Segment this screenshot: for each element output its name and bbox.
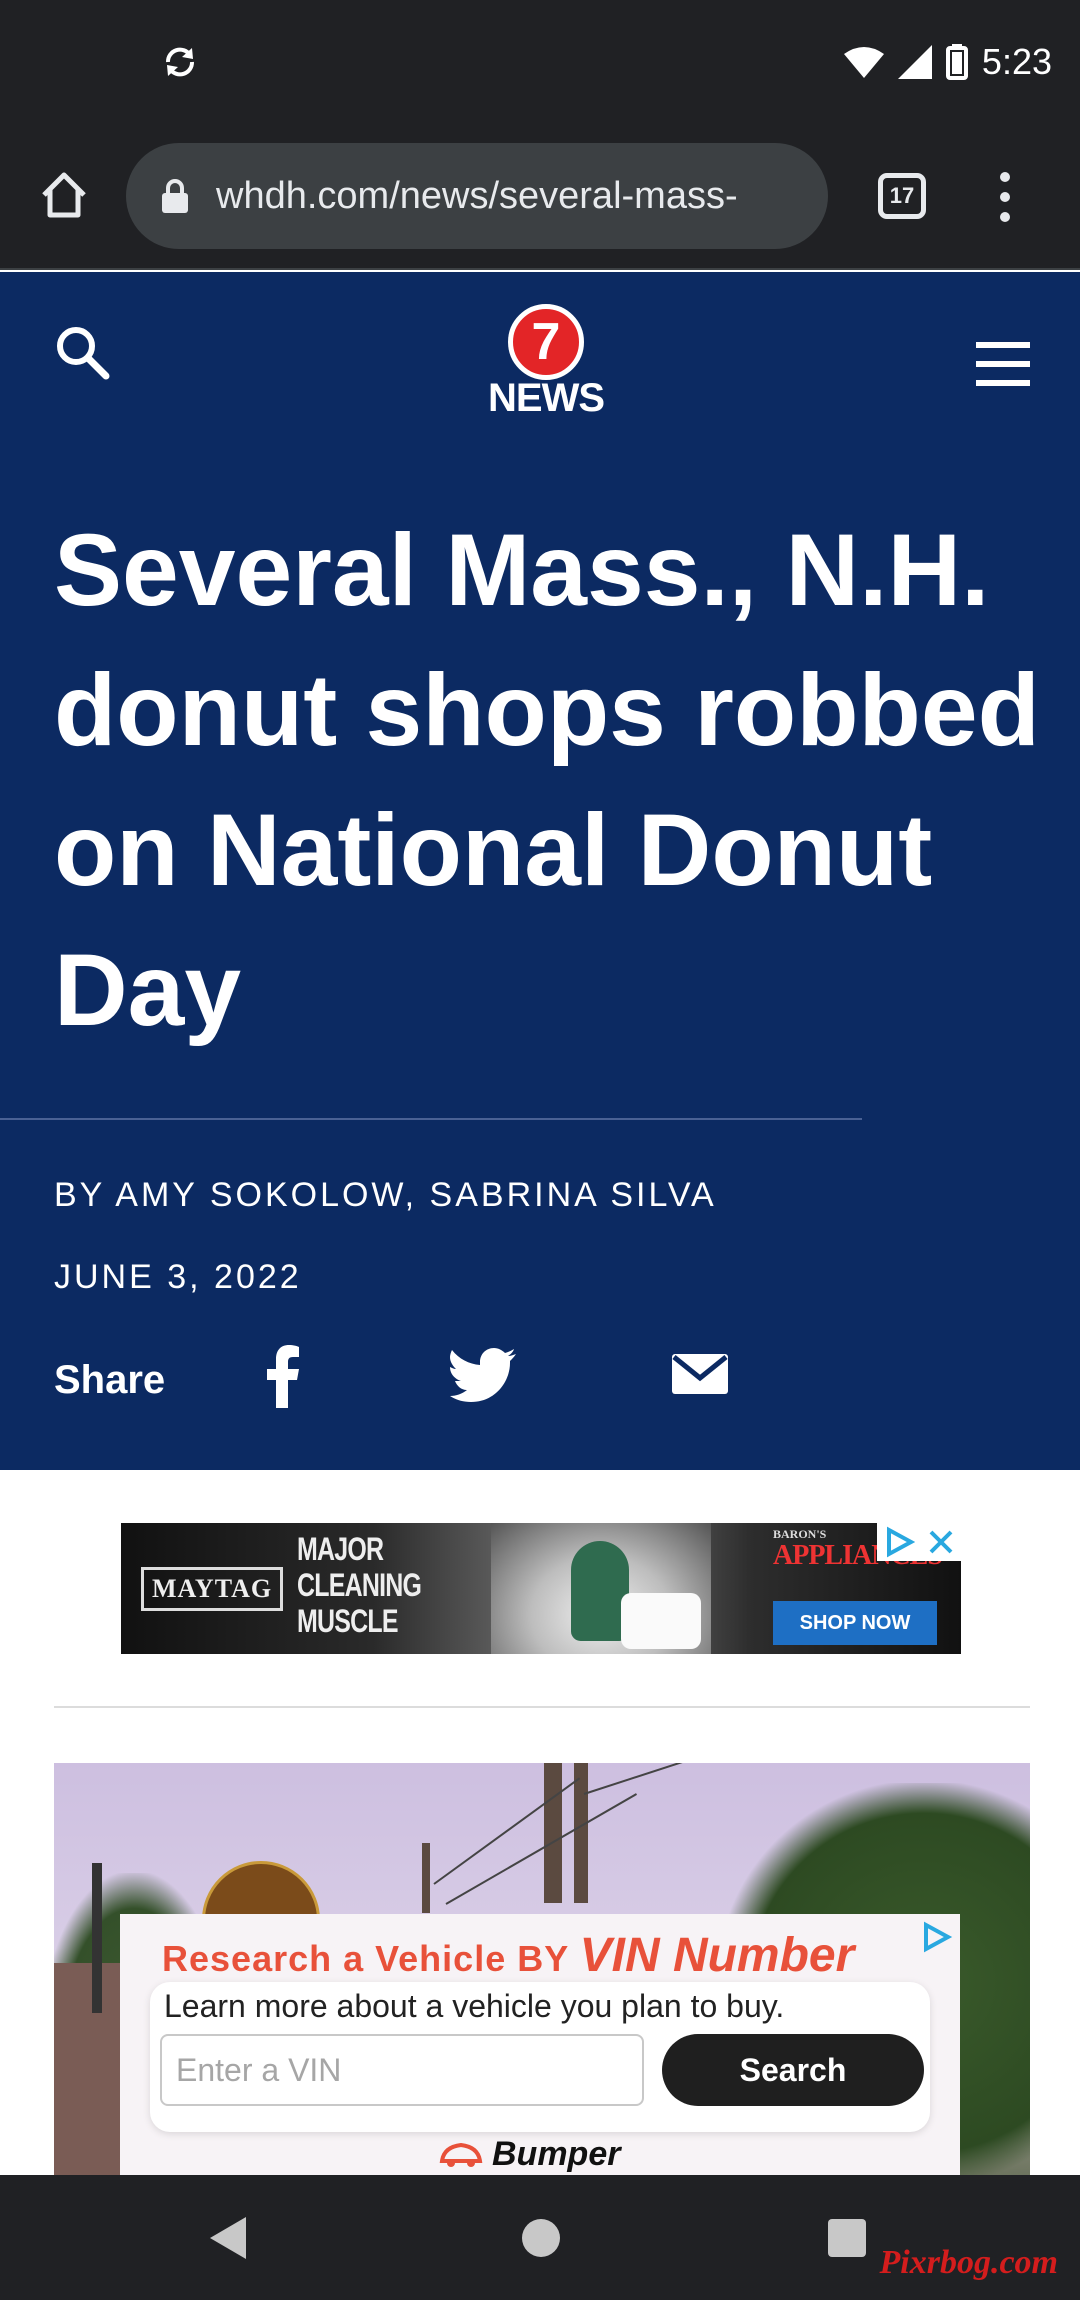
image-utility-pole [544,1763,562,1903]
status-bar: 5:23 [0,0,1080,125]
image-lamp-post [92,1863,102,2013]
divider [0,1118,862,1120]
vin-ad[interactable]: Research a Vehicle BY VIN Number Learn m… [120,1914,960,2175]
close-icon[interactable] [927,1528,955,1556]
article-hero: 7 NEWS Several Mass., N.H. donut shops r… [0,272,1080,1470]
recents-icon[interactable] [828,2219,866,2257]
watermark: Pixrbog.com [879,2244,1058,2281]
lock-icon [162,179,188,213]
image-utility-pole [422,1843,430,1913]
twitter-icon[interactable] [450,1348,516,1402]
vin-search-button[interactable]: Search [662,2034,924,2106]
logo-text: NEWS [488,376,605,420]
ad-choices[interactable] [877,1523,961,1561]
article-date: JUNE 3, 2022 [54,1258,302,1296]
divider [54,1706,1030,1708]
battery-icon [945,44,968,80]
menu-icon[interactable] [976,342,1030,386]
status-time: 5:23 [981,41,1052,82]
adchoices-icon[interactable] [920,1920,954,1954]
vin-form: Learn more about a vehicle you plan to b… [150,1982,930,2132]
tab-switcher-button[interactable]: 17 [878,173,926,219]
search-icon[interactable] [54,324,110,380]
logo-badge: 7 [508,304,584,380]
site-logo[interactable]: 7 NEWS [476,304,616,434]
image-building [54,1963,124,2175]
article-headline: Several Mass., N.H. donut shops robbed o… [54,513,1040,1047]
vin-ad-brand: Bumper [438,2132,620,2176]
email-icon[interactable] [672,1354,728,1394]
home-icon[interactable] [522,2219,560,2257]
image-utility-pole [574,1763,588,1903]
home-icon[interactable] [38,169,90,221]
more-vert-icon[interactable] [990,169,1020,225]
facebook-icon[interactable] [262,1344,302,1408]
vin-ad-title: Research a Vehicle BY VIN Number [162,1929,855,1982]
article-byline: BY AMY SOKOLOW, SABRINA SILVA [54,1176,717,1214]
ad-photo-washer [621,1593,701,1649]
browser-toolbar: whdh.com/news/several-mass- 17 [0,125,1080,270]
wifi-icon [843,47,884,78]
share-label: Share [54,1358,166,1402]
sync-icon [165,47,195,77]
image-wire [445,1793,638,1905]
vin-input[interactable] [160,2034,644,2106]
adchoices-icon[interactable] [883,1526,915,1558]
ad-brand: MAYTAG [141,1567,284,1611]
vin-ad-description: Learn more about a vehicle you plan to b… [164,1988,785,2024]
back-icon[interactable] [208,2215,248,2261]
ad-cta-button[interactable]: SHOP NOW [773,1601,937,1645]
signal-icon [897,45,932,79]
tab-count: 17 [889,183,915,208]
image-wire [583,1763,699,1795]
car-icon [439,2142,483,2167]
address-bar[interactable]: whdh.com/news/several-mass- [126,143,828,249]
ad-tagline: MAJOR CLEANING MUSCLE [297,1531,422,1639]
url-text: whdh.com/news/several-mass- [216,174,738,217]
share-bar: Share [54,1344,954,1414]
banner-ad[interactable]: MAYTAG MAJOR CLEANING MUSCLE BARON'S APP… [121,1523,961,1654]
